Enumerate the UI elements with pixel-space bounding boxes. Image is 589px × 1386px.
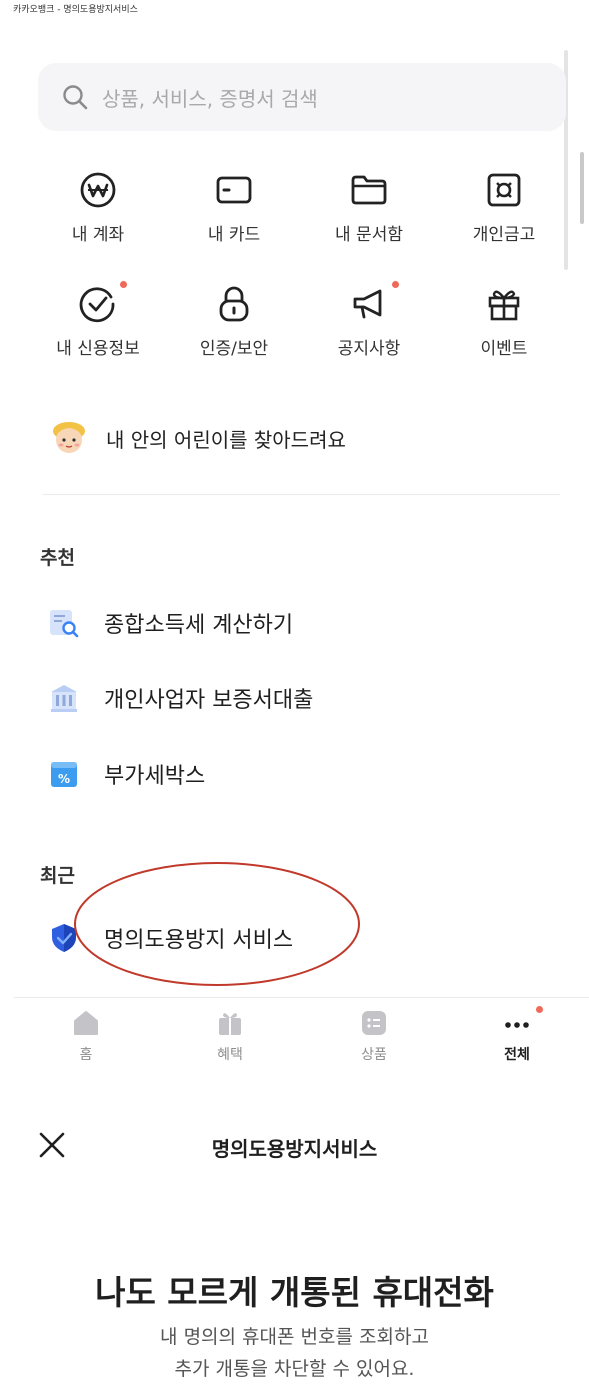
won-icon	[80, 172, 116, 208]
quick-menu-events[interactable]: 이벤트	[439, 284, 569, 359]
quick-menu-my-card[interactable]: 내 카드	[169, 170, 299, 245]
recommend-item-label: 개인사업자 보증서대출	[104, 688, 314, 713]
quick-menu-label: 개인금고	[472, 225, 536, 245]
tab-all[interactable]: 전체	[457, 1008, 577, 1064]
check-gauge-icon	[79, 287, 115, 323]
card-icon	[216, 176, 252, 204]
kid-avatar-icon	[53, 422, 85, 453]
notification-dot	[120, 281, 127, 288]
quick-menu-my-account[interactable]: 내 계좌	[33, 170, 163, 245]
list-icon	[362, 1011, 386, 1035]
more-icon	[505, 1022, 529, 1028]
recommend-section-title: 추천	[40, 547, 75, 569]
quick-menu-label: 내 계좌	[71, 225, 125, 245]
divider	[42, 494, 560, 495]
benefit-gift-icon	[219, 1013, 241, 1035]
recommend-item-income-tax[interactable]: 종합소득세 계산하기	[48, 603, 293, 643]
quick-menu-my-documents[interactable]: 내 문서함	[304, 170, 434, 245]
recommend-item-guarantee-loan[interactable]: 개인사업자 보증서대출	[48, 678, 313, 718]
kid-banner[interactable]: 내 안의 어린이를 찾아드려요	[48, 418, 346, 458]
highlight-ellipse	[74, 862, 360, 986]
notification-dot	[536, 1006, 543, 1013]
service-description-line2: 추가 개통을 차단할 수 있어요.	[174, 1358, 415, 1380]
kid-banner-label: 내 안의 어린이를 찾아드려요	[106, 427, 346, 452]
quick-menu-auth-security[interactable]: 인증/보안	[169, 284, 299, 359]
quick-menu-label: 내 문서함	[335, 225, 403, 245]
service-page-title: 명의도용방지서비스	[211, 1137, 378, 1161]
tab-label: 혜택	[217, 1047, 243, 1063]
search-placeholder: 상품, 서비스, 증명서 검색	[102, 87, 318, 111]
bank-building-icon	[51, 685, 77, 712]
tabbar-divider	[14, 997, 589, 998]
svg-text:%: %	[58, 772, 70, 786]
megaphone-icon	[353, 289, 382, 319]
recommend-item-vat-box[interactable]: % 부가세박스	[48, 754, 205, 794]
notification-dot	[392, 281, 399, 288]
document-title: 카카오뱅크 - 명의도용방지서비스	[13, 5, 138, 15]
quick-menu-label: 공지사항	[337, 339, 401, 359]
scrollbar-thumb[interactable]	[580, 152, 584, 224]
search-icon	[63, 85, 88, 110]
tab-benefits[interactable]: 혜택	[170, 1008, 290, 1064]
tab-label: 상품	[361, 1047, 387, 1063]
recommend-item-label: 종합소득세 계산하기	[104, 613, 294, 638]
service-headline: 나도 모르게 개통된 휴대전화	[95, 1273, 494, 1312]
tab-label: 홈	[79, 1047, 93, 1063]
tab-products[interactable]: 상품	[314, 1008, 434, 1064]
quick-menu-label: 내 카드	[207, 225, 261, 245]
quick-menu-label: 내 신용정보	[56, 339, 140, 359]
home-icon	[74, 1011, 98, 1035]
quick-menu-label: 인증/보안	[199, 339, 269, 359]
lock-icon	[219, 286, 249, 322]
gift-icon	[488, 290, 520, 321]
quick-menu-label: 이벤트	[480, 339, 528, 359]
quick-menu-notices[interactable]: 공지사항	[304, 284, 434, 359]
recent-section-title: 최근	[40, 865, 75, 887]
service-description-line1: 내 명의의 휴대폰 번호를 조회하고	[160, 1326, 429, 1348]
quick-menu-personal-safe[interactable]: 개인금고	[439, 170, 569, 245]
tab-home[interactable]: 홈	[26, 1008, 146, 1064]
percent-box-icon: %	[51, 762, 77, 787]
tab-label: 전체	[504, 1047, 530, 1063]
tax-search-icon	[50, 610, 79, 638]
search-bar[interactable]: 상품, 서비스, 증명서 검색	[38, 63, 566, 131]
safe-icon	[487, 173, 521, 207]
folder-icon	[351, 175, 387, 205]
recommend-item-label: 부가세박스	[104, 764, 206, 789]
quick-menu-my-credit[interactable]: 내 신용정보	[33, 284, 163, 359]
